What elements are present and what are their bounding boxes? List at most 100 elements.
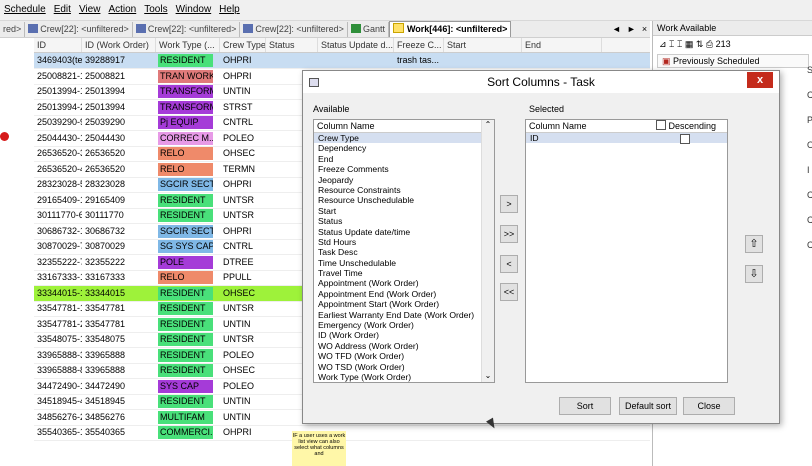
tab-1[interactable]: Crew[22]: <unfiltered>: [25, 22, 133, 37]
available-column-item[interactable]: Travel Time: [314, 268, 494, 278]
move-down-button[interactable]: ⇩: [745, 265, 763, 283]
available-column-item[interactable]: WO Address (Work Order): [314, 341, 494, 351]
column-header[interactable]: Work Type (...: [156, 38, 220, 52]
crew-type-cell: OHSEC: [223, 365, 256, 375]
freeze-comments-cell: trash tas...: [397, 55, 440, 65]
crew-type-cell: POLEO: [223, 349, 255, 360]
menu-view[interactable]: View: [75, 0, 105, 15]
selected-column-header: Column Name: [529, 121, 587, 131]
tab-prev-icon[interactable]: ◄: [612, 24, 621, 34]
remove-column-button[interactable]: <: [500, 255, 518, 273]
add-all-columns-button[interactable]: >>: [500, 225, 518, 243]
crew-type-cell: UNTSR: [223, 194, 254, 205]
work-type-cell: TRANSFORM: [158, 85, 213, 98]
task-id-cell: 26536520-4: [37, 163, 82, 174]
tab-close-icon[interactable]: ×: [642, 24, 647, 34]
available-column-item[interactable]: Status: [314, 216, 494, 226]
available-column-item[interactable]: Freeze Comments: [314, 164, 494, 174]
available-column-item[interactable]: Appointment End (Work Order): [314, 289, 494, 299]
column-header[interactable]: ID: [34, 38, 82, 52]
available-column-item[interactable]: Resource Constraints: [314, 185, 494, 195]
task-id-cell: 33547781-2: [37, 318, 82, 329]
menu-edit[interactable]: Edit: [50, 0, 75, 15]
sort-button[interactable]: Sort: [559, 397, 611, 415]
available-list[interactable]: Column Name Crew Type Dependency End Freeze…: [313, 119, 495, 383]
column-header[interactable]: Status Update d...: [318, 38, 394, 52]
available-column-item[interactable]: Appointment (Work Order): [314, 278, 494, 288]
panel-tool-icons[interactable]: ⊿ ⌶ ⌶ ▦ ⇅ ⎙: [659, 39, 716, 49]
work-order-id-cell: 29165409: [85, 194, 126, 205]
tab-work[interactable]: Work[446]: <unfiltered>: [388, 21, 512, 37]
descending-checkbox[interactable]: [680, 134, 690, 144]
freeze-comments-cell: [394, 425, 444, 440]
tab-next-icon[interactable]: ►: [627, 24, 636, 34]
available-column-item[interactable]: Earliest Warranty End Date (Work Order): [314, 310, 494, 320]
column-header[interactable]: Start: [444, 38, 522, 52]
previously-scheduled-item[interactable]: ▣ Previously Scheduled: [657, 54, 809, 68]
app-icon: [309, 78, 319, 87]
work-type-cell: RELO: [158, 162, 213, 176]
work-order-id-cell: 26536520: [85, 148, 126, 158]
selected-list[interactable]: Column Name Descending ID: [525, 119, 728, 383]
move-up-button[interactable]: ⇧: [745, 235, 763, 253]
task-id-cell: 33548075-1: [37, 334, 82, 344]
scroll-up-icon[interactable]: ⌃: [482, 120, 494, 129]
column-header[interactable]: Status: [266, 38, 318, 52]
selected-column-item[interactable]: ID: [526, 133, 727, 144]
default-sort-button[interactable]: Default sort: [619, 397, 677, 415]
column-header[interactable]: Crew Type: [220, 38, 266, 52]
task-id-cell: 35540365-1: [37, 427, 82, 437]
tab-3[interactable]: Crew[22]: <unfiltered>: [240, 22, 348, 37]
available-column-item[interactable]: WO TSD (Work Order): [314, 362, 494, 372]
tab-0[interactable]: red>: [0, 22, 26, 37]
available-column-item[interactable]: WO TFD (Work Order): [314, 351, 494, 361]
work-type-cell: POLE: [158, 255, 213, 269]
available-column-item[interactable]: Work Type (Work Order): [314, 372, 494, 382]
task-id-cell: 33167333-1: [37, 272, 82, 282]
menu-schedule[interactable]: Schedule: [0, 0, 50, 15]
available-column-item[interactable]: End: [314, 154, 494, 164]
column-header[interactable]: Freeze C...: [394, 38, 444, 52]
menu-tools[interactable]: Tools: [140, 0, 171, 15]
crew-type-cell: UNTIN: [223, 396, 251, 406]
work-order-id-cell: 34518945: [85, 396, 126, 406]
column-header[interactable]: End: [522, 38, 602, 52]
available-scrollbar[interactable]: ⌃ ⌄: [481, 120, 494, 382]
available-column-item[interactable]: Jeopardy: [314, 175, 494, 185]
task-id-cell: 32355222-7: [37, 256, 82, 267]
dialog-close-button[interactable]: x: [747, 72, 773, 88]
remove-all-columns-button[interactable]: <<: [500, 283, 518, 301]
tab-4[interactable]: Gantt: [348, 22, 389, 37]
crew-icon: [28, 24, 39, 33]
menu-window[interactable]: Window: [172, 0, 216, 15]
work-order-id-cell: 33547781: [85, 303, 126, 313]
task-id-cell: 30686732-10: [37, 225, 82, 236]
available-column-item[interactable]: Dependency: [314, 143, 494, 153]
menu-help[interactable]: Help: [215, 0, 244, 15]
crew-type-cell: UNTIN: [223, 318, 251, 329]
available-column-item[interactable]: Emergency (Work Order): [314, 320, 494, 330]
available-column-item[interactable]: Start: [314, 206, 494, 216]
work-type-cell: RELO: [158, 147, 213, 160]
scroll-down-icon[interactable]: ⌄: [482, 371, 494, 380]
close-button[interactable]: Close: [683, 397, 735, 415]
available-column-item[interactable]: Std Hours: [314, 237, 494, 247]
panel-toolbar[interactable]: ⊿ ⌶ ⌶ ▦ ⇅ ⎙ 213: [653, 36, 812, 52]
available-column-item[interactable]: Status Update date/time: [314, 227, 494, 237]
available-column-item[interactable]: ID (Work Order): [314, 330, 494, 340]
descending-header: Descending: [656, 120, 716, 132]
available-column-item[interactable]: Task Desc: [314, 247, 494, 257]
menu-action[interactable]: Action: [104, 0, 140, 15]
available-column-item[interactable]: Appointment Start (Work Order): [314, 299, 494, 309]
work-type-cell: RESIDENT: [158, 209, 213, 222]
available-column-item[interactable]: Crew Type: [314, 133, 494, 144]
tab-2[interactable]: Crew[22]: <unfiltered>: [133, 22, 241, 37]
descending-all-checkbox[interactable]: [656, 120, 666, 130]
available-column-item[interactable]: Time Unschedulable: [314, 258, 494, 268]
work-order-id-cell: 25013994: [85, 86, 126, 96]
crew-type-cell: OHPRI: [223, 427, 252, 437]
column-header[interactable]: ID (Work Order): [82, 38, 156, 52]
available-column-item[interactable]: Resource Unschedulable: [314, 195, 494, 205]
table-row[interactable]: 3469403(temp)39288917 RESIDENT OHPRI trash …: [34, 53, 650, 69]
add-column-button[interactable]: >: [500, 195, 518, 213]
